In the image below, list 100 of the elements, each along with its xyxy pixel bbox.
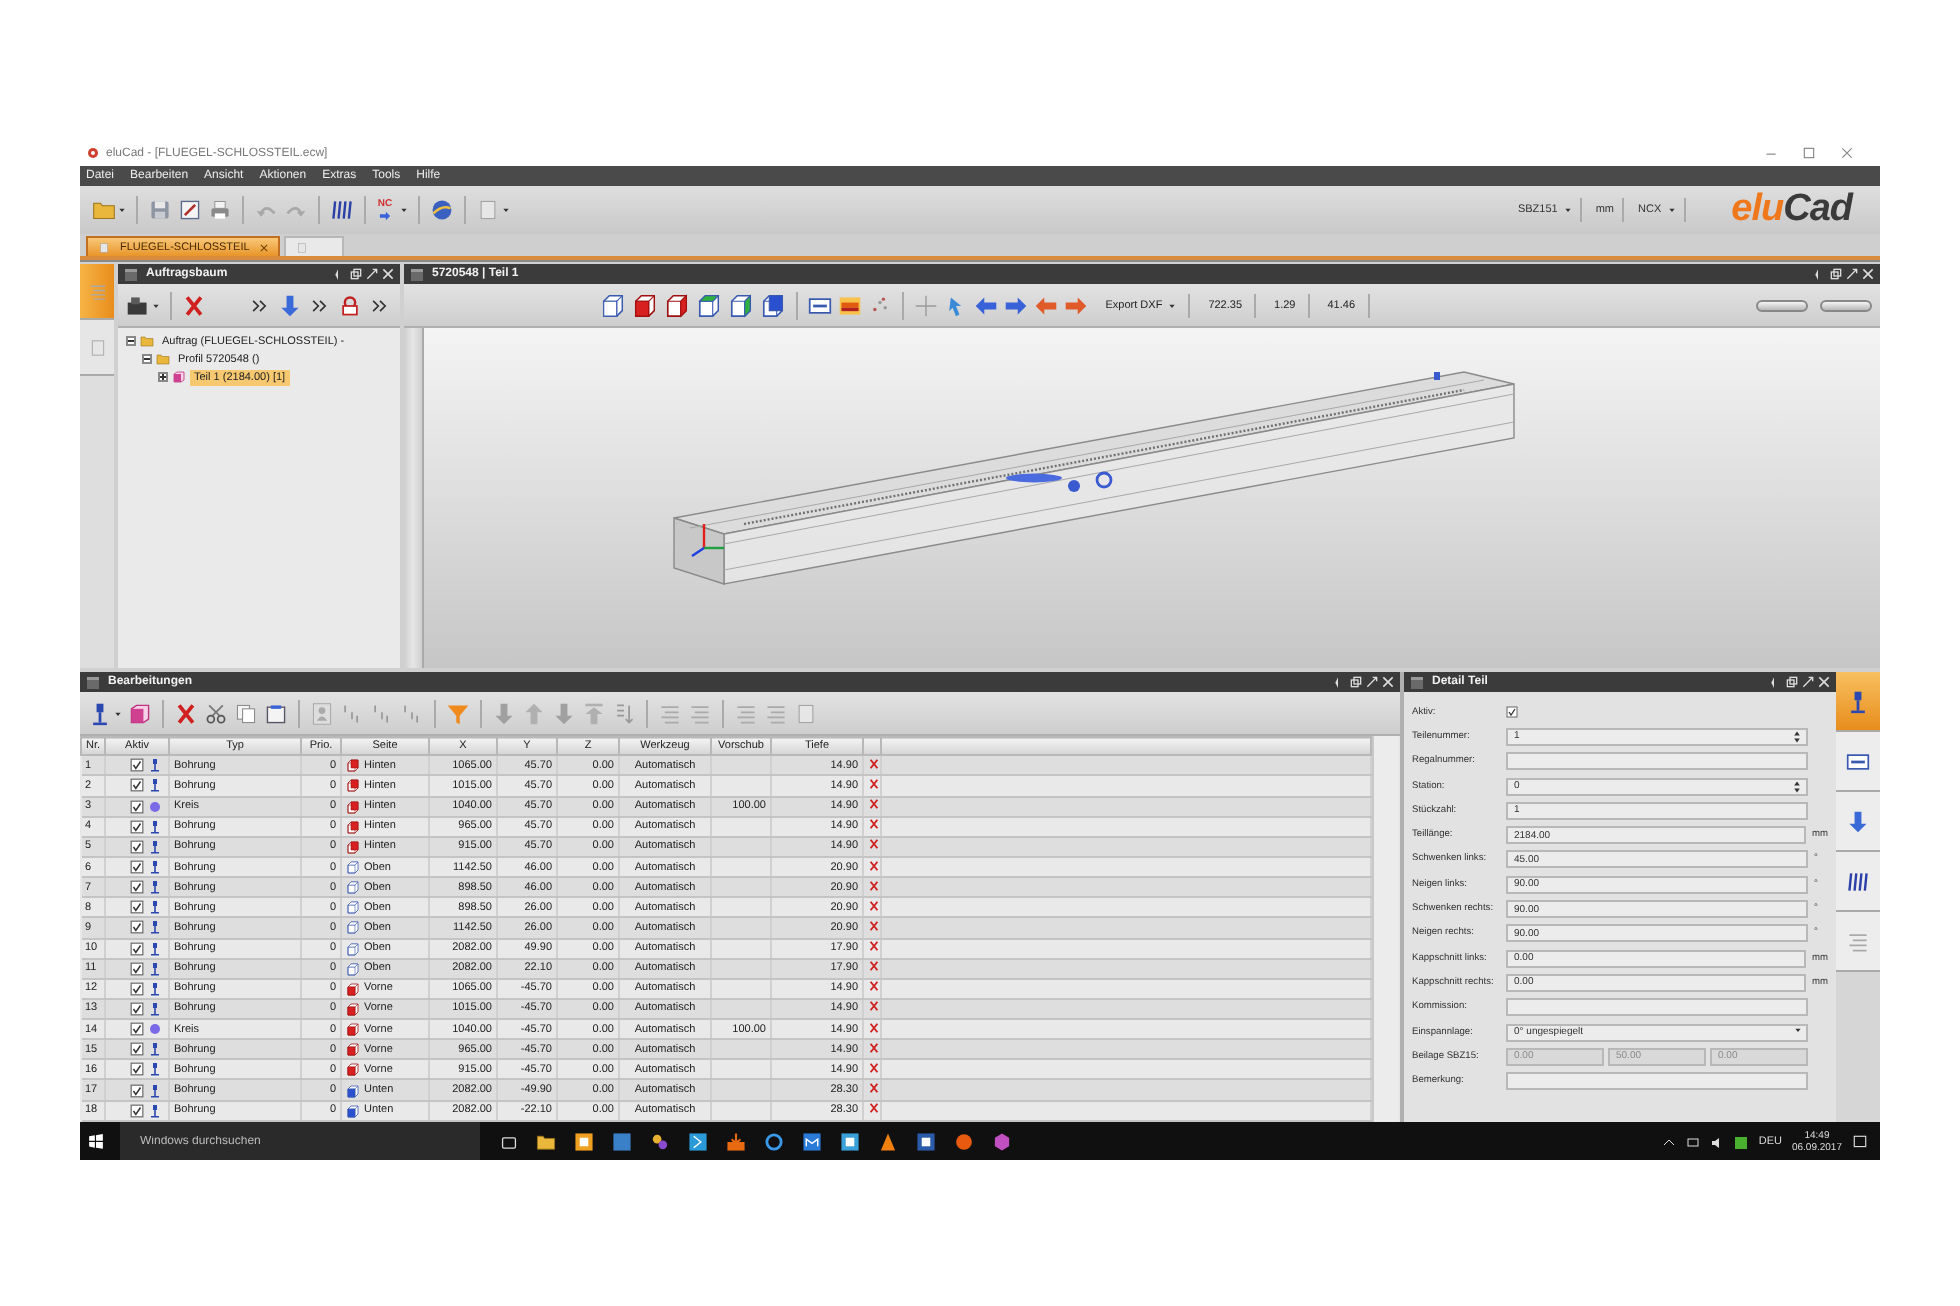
delete-icon[interactable] (868, 757, 879, 770)
caret-icon[interactable] (502, 206, 510, 214)
checkbox[interactable] (130, 1062, 144, 1077)
text-field[interactable] (1506, 998, 1808, 1017)
clipboard-icon[interactable] (264, 701, 288, 725)
cube-view-icon[interactable] (631, 292, 658, 318)
delete-icon[interactable] (868, 1041, 879, 1054)
checkbox[interactable] (130, 941, 144, 956)
arrow-left-icon[interactable] (1033, 293, 1058, 317)
text-field[interactable] (1506, 1072, 1808, 1091)
ruler-icon[interactable] (807, 293, 832, 317)
delete-icon[interactable] (868, 1021, 879, 1034)
delete-icon[interactable] (868, 818, 879, 831)
checkbox[interactable] (130, 1022, 144, 1037)
caret-icon[interactable] (1794, 1025, 1802, 1033)
app-icon[interactable] (802, 1132, 822, 1152)
side-tab[interactable] (1836, 672, 1880, 732)
delete-icon[interactable] (868, 859, 879, 871)
globe-icon[interactable] (430, 198, 454, 222)
windows-logo-icon[interactable] (88, 1134, 104, 1150)
app-icon[interactable] (764, 1132, 784, 1152)
caret-icon[interactable] (118, 206, 126, 214)
scissors-icon[interactable] (204, 701, 228, 725)
machine-icon[interactable] (126, 293, 150, 317)
chevron-up-icon[interactable] (1662, 1135, 1677, 1149)
printer-icon[interactable] (208, 198, 232, 222)
toggle-switch[interactable] (1756, 299, 1808, 311)
delete-icon[interactable] (182, 293, 206, 317)
delete-icon[interactable] (868, 899, 879, 912)
restore-icon[interactable] (1830, 268, 1842, 280)
bars-icon[interactable] (330, 198, 354, 222)
task-view-icon[interactable] (500, 1133, 518, 1151)
restore-icon[interactable] (1786, 676, 1798, 688)
network-icon[interactable] (1686, 1135, 1701, 1149)
delete-icon[interactable] (868, 1061, 879, 1074)
checkbox[interactable] (1506, 706, 1518, 719)
delete-icon[interactable] (868, 960, 879, 973)
drill-icon[interactable] (88, 701, 112, 725)
checkbox[interactable] (130, 819, 144, 834)
arrow-left-icon[interactable] (973, 293, 998, 317)
scrollbar[interactable] (1372, 736, 1398, 1122)
checkbox[interactable] (130, 860, 144, 874)
expander-icon[interactable] (158, 372, 168, 382)
delete-icon[interactable] (868, 1102, 879, 1115)
notification-icon[interactable] (1852, 1134, 1868, 1150)
delete-icon[interactable] (868, 1000, 879, 1013)
delete-icon[interactable] (868, 798, 879, 811)
expander-icon[interactable] (142, 354, 152, 364)
checkbox[interactable] (130, 839, 144, 854)
checkbox[interactable] (130, 1103, 144, 1118)
checkbox[interactable] (130, 920, 144, 935)
checkbox[interactable] (130, 1001, 144, 1016)
close-icon[interactable] (259, 243, 268, 251)
checkbox[interactable] (130, 880, 144, 895)
delete-icon[interactable] (868, 919, 879, 932)
delete-icon[interactable] (868, 777, 879, 790)
restore-icon[interactable] (350, 268, 362, 280)
delete-icon[interactable] (868, 1082, 879, 1095)
cube-view-icon[interactable] (695, 292, 722, 318)
checkbox[interactable] (130, 900, 144, 915)
restore-icon[interactable] (1350, 676, 1362, 688)
checkbox[interactable] (130, 799, 144, 814)
app-icon[interactable] (726, 1132, 746, 1152)
side-tab[interactable] (1836, 792, 1880, 852)
cube-view-icon[interactable] (663, 292, 690, 318)
copy-icon[interactable] (234, 701, 258, 725)
folder-icon[interactable] (536, 1132, 556, 1152)
caret-icon[interactable] (152, 301, 160, 309)
cube-view-icon[interactable] (759, 292, 786, 318)
lock-icon[interactable] (338, 293, 362, 317)
checkbox[interactable] (130, 1042, 144, 1057)
delete-icon[interactable] (174, 701, 198, 725)
checkbox[interactable] (130, 758, 144, 773)
spinner-arrows-icon[interactable] (1792, 779, 1802, 794)
side-tab[interactable] (1836, 852, 1880, 912)
delete-icon[interactable] (868, 980, 879, 993)
saw-icon[interactable] (837, 293, 862, 317)
side-tab[interactable] (1836, 732, 1880, 792)
checkbox[interactable] (130, 778, 144, 793)
checkbox[interactable] (130, 961, 144, 976)
app-icon[interactable] (688, 1132, 708, 1152)
expander-icon[interactable] (126, 336, 136, 346)
cube-view-icon[interactable] (727, 292, 754, 318)
toggle-switch[interactable] (1820, 299, 1872, 311)
caret-icon[interactable] (400, 206, 408, 214)
text-field[interactable] (1506, 752, 1808, 771)
delete-icon[interactable] (868, 838, 879, 851)
speaker-icon[interactable] (1710, 1135, 1725, 1149)
checkbox[interactable] (130, 1083, 144, 1098)
delete-icon[interactable] (868, 879, 879, 892)
cube-icon[interactable] (128, 701, 152, 725)
edit-icon[interactable] (178, 198, 202, 222)
spinner-arrows-icon[interactable] (1792, 729, 1802, 744)
cube-view-icon[interactable] (599, 292, 626, 318)
caret-icon[interactable] (114, 709, 122, 717)
points-icon[interactable] (867, 293, 892, 317)
arrow-right-icon[interactable] (1003, 293, 1028, 317)
app-icon[interactable] (1734, 1135, 1749, 1149)
delete-icon[interactable] (868, 940, 879, 953)
arrow-right-icon[interactable] (1063, 293, 1088, 317)
